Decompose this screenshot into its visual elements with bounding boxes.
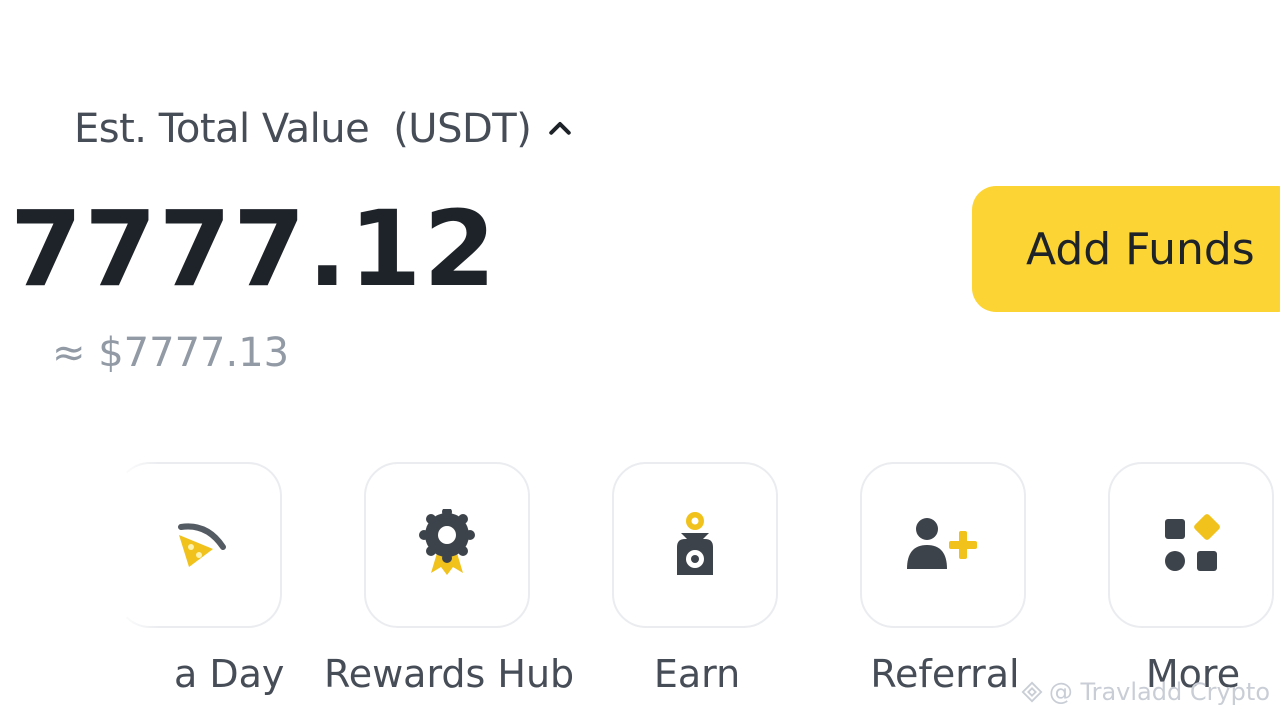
shortcut-tile (364, 462, 530, 628)
est-label-text: Est. Total Value (74, 106, 370, 152)
referral-icon (907, 518, 977, 569)
watermark: @ Travladd Crypto (1021, 678, 1270, 706)
earn-icon (677, 512, 713, 575)
shortcut-earn[interactable]: Earn (612, 462, 782, 702)
watermark-text: @ Travladd Crypto (1048, 678, 1270, 706)
more-grid-icon (1165, 514, 1220, 571)
rewards-hub-icon (419, 509, 475, 575)
pizza-day-icon (178, 523, 226, 567)
shortcut-tile (860, 462, 1026, 628)
shortcut-tile (1108, 462, 1274, 628)
shortcut-pizza-day[interactable]: a Day (116, 462, 286, 702)
shortcut-referral[interactable]: Referral (860, 462, 1030, 702)
chevron-up-icon[interactable] (545, 114, 575, 144)
total-balance: 7777.12 (10, 188, 498, 310)
shortcut-label: Rewards Hub (324, 652, 575, 696)
binance-logo-icon (1021, 681, 1043, 703)
shortcut-tile (612, 462, 778, 628)
add-funds-button[interactable]: Add Funds (972, 186, 1280, 312)
approx-usd-value: ≈ $7777.13 (52, 330, 290, 376)
shortcut-more[interactable]: More (1108, 462, 1278, 702)
shortcut-label: Earn (653, 652, 741, 696)
currency-label: (USDT) (393, 106, 532, 152)
shortcut-label: a Day (174, 652, 285, 696)
shortcut-rewards-hub[interactable]: Rewards Hub (324, 462, 574, 702)
shortcut-tile (116, 462, 282, 628)
est-total-value-label[interactable]: Est. Total Value (USDT) (74, 106, 575, 152)
